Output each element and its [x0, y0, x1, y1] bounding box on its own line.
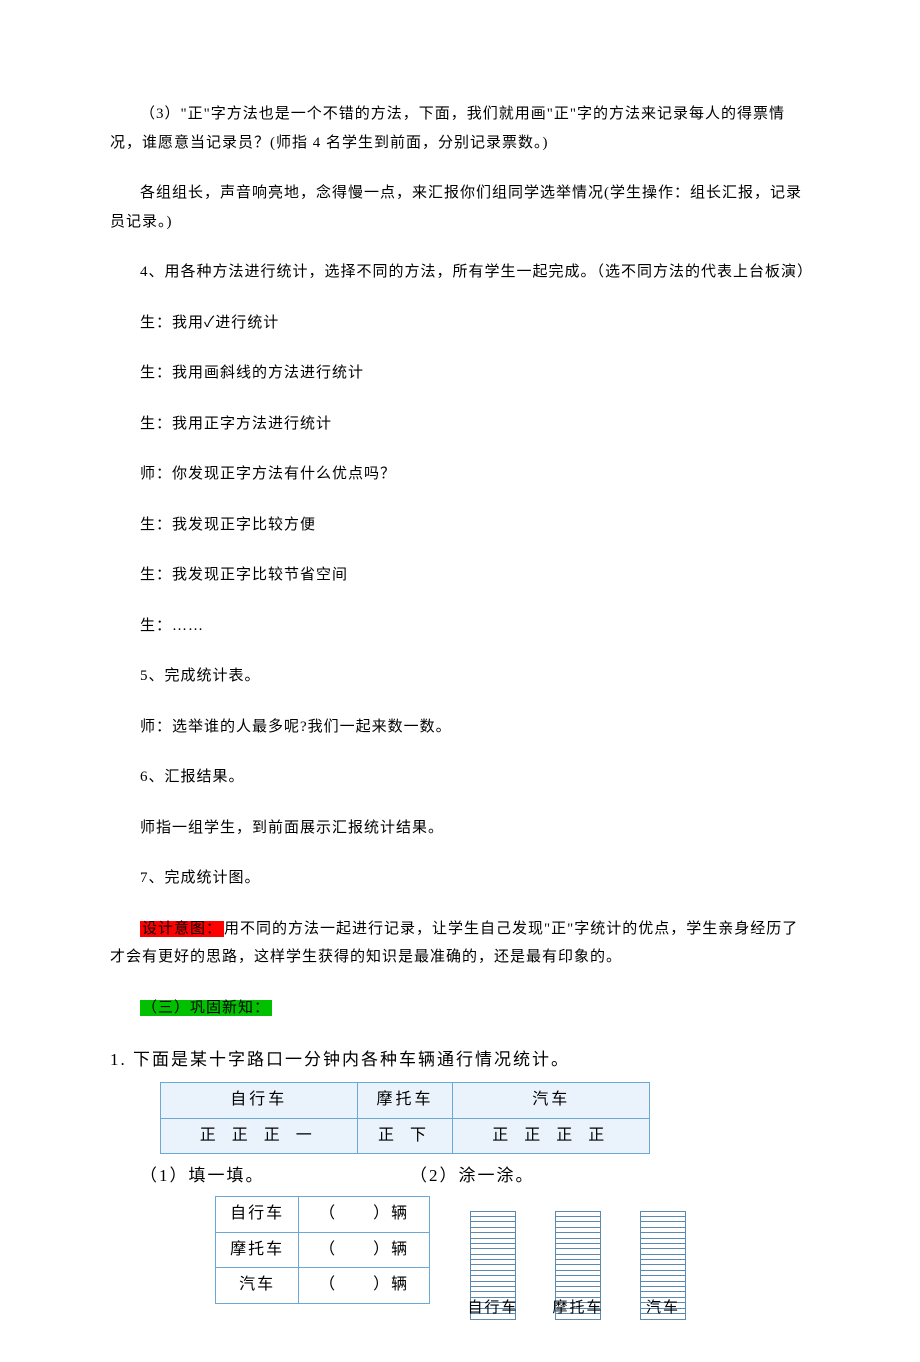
bar-label: 汽车 [633, 1294, 693, 1323]
exercise-title: 1. 下面是某十字路口一分钟内各种车辆通行情况统计。 [110, 1044, 810, 1076]
table-header: 自行车 [161, 1083, 358, 1118]
bar-chart: 自行车 摩托车 [460, 1192, 720, 1342]
section-heading: （三）巩固新知： [110, 994, 810, 1023]
highlight-red: 设计意图： [140, 921, 224, 937]
exercise-block: 1. 下面是某十字路口一分钟内各种车辆通行情况统计。 自行车 摩托车 汽车 正 … [110, 1044, 810, 1342]
subquestion-1: （1）填一填。 [140, 1160, 360, 1192]
fill-cell: （ ）辆 [299, 1197, 430, 1232]
bar-label: 摩托车 [548, 1294, 608, 1323]
highlight-green: （三）巩固新知： [140, 1000, 272, 1016]
fill-cell: 汽车 [216, 1268, 299, 1303]
fill-cell: 摩托车 [216, 1232, 299, 1267]
document-page: （3）"正"字方法也是一个不错的方法，下面，我们就用画"正"字的方法来记录每人的… [0, 0, 920, 1362]
dialogue-line: 生：我发现正字比较节省空间 [110, 561, 810, 590]
table-header: 摩托车 [357, 1083, 453, 1118]
paragraph: 各组组长，声音响亮地，念得慢一点，来汇报你们组同学选举情况(学生操作：组长汇报，… [110, 179, 810, 236]
tally-marks: 正 下 [357, 1118, 453, 1153]
subquestion-row: （1）填一填。 （2）涂一涂。 [140, 1160, 810, 1192]
bar-column: 摩托车 [555, 1211, 601, 1321]
design-intent: 设计意图：用不同的方法一起进行记录，让学生自己发现"正"字统计的优点，学生亲身经… [110, 915, 810, 972]
table-row: 自行车 （ ）辆 [216, 1197, 430, 1232]
paragraph: 师：选举谁的人最多呢?我们一起来数一数。 [110, 713, 810, 742]
dialogue-line: 师：你发现正字方法有什么优点吗？ [110, 460, 810, 489]
bar-label: 自行车 [463, 1294, 523, 1323]
fill-table: 自行车 （ ）辆 摩托车 （ ）辆 汽车 （ ）辆 [215, 1196, 430, 1303]
paragraph: 6、汇报结果。 [110, 763, 810, 792]
bar-column: 自行车 [470, 1211, 516, 1321]
table-row: 正 正 正 一 正 下 正 正 正 正 [161, 1118, 650, 1153]
table-row: 汽车 （ ）辆 [216, 1268, 430, 1303]
dialogue-line: 生：…… [110, 612, 810, 641]
paragraph: 7、完成统计图。 [110, 864, 810, 893]
tally-marks: 正 正 正 正 [453, 1118, 650, 1153]
bar-column: 汽车 [640, 1211, 686, 1321]
dialogue-line: 生：我发现正字比较方便 [110, 511, 810, 540]
tally-table: 自行车 摩托车 汽车 正 正 正 一 正 下 正 正 正 正 [160, 1082, 650, 1154]
subquestion-2: （2）涂一涂。 [410, 1160, 535, 1192]
paragraph: 师指一组学生，到前面展示汇报统计结果。 [110, 814, 810, 843]
paragraph: （3）"正"字方法也是一个不错的方法，下面，我们就用画"正"字的方法来记录每人的… [110, 100, 810, 157]
paragraph: 4、用各种方法进行统计，选择不同的方法，所有学生一起完成。（选不同方法的代表上台… [110, 258, 810, 287]
fill-cell: （ ）辆 [299, 1232, 430, 1267]
dialogue-line: 生：我用✓进行统计 [110, 309, 810, 338]
table-row: 自行车 摩托车 汽车 [161, 1083, 650, 1118]
fill-cell: （ ）辆 [299, 1268, 430, 1303]
paragraph: 5、完成统计表。 [110, 662, 810, 691]
tally-marks: 正 正 正 一 [161, 1118, 358, 1153]
answer-area: 自行车 （ ）辆 摩托车 （ ）辆 汽车 （ ）辆 [160, 1192, 810, 1342]
dialogue-line: 生：我用画斜线的方法进行统计 [110, 359, 810, 388]
table-row: 摩托车 （ ）辆 [216, 1232, 430, 1267]
table-header: 汽车 [453, 1083, 650, 1118]
fill-cell: 自行车 [216, 1197, 299, 1232]
dialogue-line: 生：我用正字方法进行统计 [110, 410, 810, 439]
